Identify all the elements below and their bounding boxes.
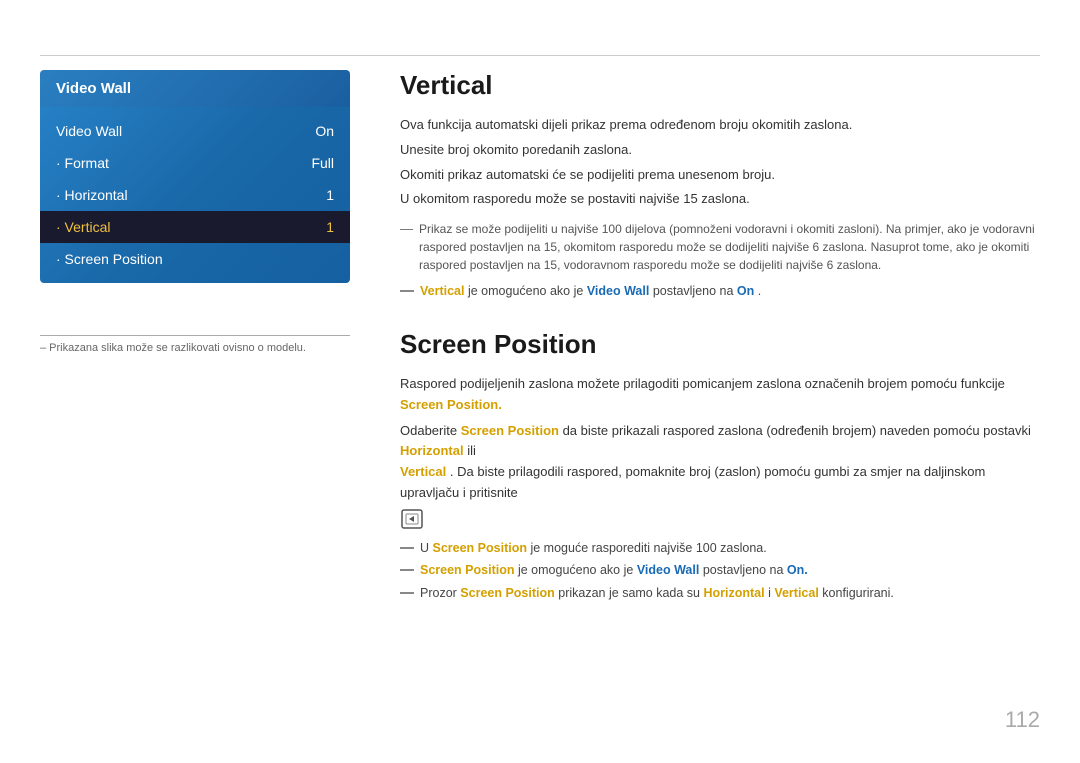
screen-pos-note1-end: je moguće rasporediti najviše 100 zaslon… (530, 541, 766, 555)
sidebar-divider (40, 335, 350, 336)
vertical-line-3: Okomiti prikaz automatski će se podijeli… (400, 165, 1040, 186)
sidebar-body: Video Wall On · Format Full · Horizontal… (40, 107, 350, 283)
sidebar-header: Video Wall (40, 70, 350, 107)
screen-pos-para2-h2: Horizontal (400, 443, 464, 458)
sidebar-item-screen-position[interactable]: · Screen Position (40, 243, 350, 275)
sidebar-item-vertical[interactable]: · Vertical 1 (40, 211, 350, 243)
remote-icon-container (400, 508, 1040, 535)
sidebar-item-video-wall-label: Video Wall (56, 123, 122, 139)
top-divider (40, 55, 1040, 56)
vertical-title: Vertical (400, 70, 1040, 101)
screen-pos-para2-before: Odaberite (400, 423, 461, 438)
vertical-info-text: Vertical je omogućeno ako je Video Wall … (420, 282, 761, 301)
vertical-section: Vertical Ova funkcija automatski dijeli … (400, 70, 1040, 301)
screen-pos-note3-sp: Screen Position (460, 586, 554, 600)
screen-pos-note2-end: postavljeno na (703, 563, 787, 577)
screen-pos-note1-text: U Screen Position je moguće rasporediti … (420, 539, 767, 558)
sidebar-item-horizontal[interactable]: · Horizontal 1 (40, 179, 350, 211)
screen-pos-note1-u: U (420, 541, 433, 555)
screen-pos-note2-vw: Video Wall (637, 563, 700, 577)
screen-pos-para2-mid: da biste prikazali raspored zaslona (odr… (563, 423, 1031, 438)
screen-pos-note3-end: konfigurirani. (822, 586, 894, 600)
sidebar-item-horizontal-label: · Horizontal (56, 187, 128, 203)
screen-pos-para2-or: ili (467, 443, 476, 458)
sidebar-title: Video Wall (56, 80, 131, 97)
screen-pos-note3-prozor: Prozor (420, 586, 460, 600)
screen-position-title: Screen Position (400, 329, 1040, 360)
vertical-line-1: Ova funkcija automatski dijeli prikaz pr… (400, 115, 1040, 136)
screen-pos-note1-dash (400, 547, 414, 549)
vertical-info-vertical: Vertical (420, 284, 464, 298)
screen-pos-note3-mid: prikazan je samo kada su (558, 586, 703, 600)
vertical-info-dash (400, 290, 414, 292)
remote-control-icon (400, 508, 424, 530)
sidebar-item-screen-pos-label: · Screen Position (56, 251, 163, 267)
screen-pos-note2-dash (400, 569, 414, 571)
sidebar-item-video-wall-value: On (315, 123, 334, 139)
screen-pos-note1: U Screen Position je moguće rasporediti … (400, 539, 1040, 558)
screen-pos-note3-h: Horizontal (703, 586, 764, 600)
sidebar-item-vertical-label: · Vertical (56, 219, 110, 235)
sidebar-item-format-label: · Format (56, 155, 109, 171)
screen-pos-para1-highlight: Screen Position. (400, 397, 502, 412)
vertical-info-mid: je omogućeno ako je (468, 284, 587, 298)
screen-pos-para2-end: . Da biste prilagodili raspored, pomakni… (400, 464, 985, 500)
vertical-line-2: Unesite broj okomito poredanih zaslona. (400, 140, 1040, 161)
vertical-info-on: On (737, 284, 754, 298)
screen-position-section: Screen Position Raspored podijeljenih za… (400, 329, 1040, 603)
screen-pos-note3-v: Vertical (774, 586, 818, 600)
vertical-note-text: Prikaz se može podijeliti u najviše 100 … (419, 220, 1040, 274)
sidebar-item-vertical-value: 1 (326, 219, 334, 235)
sidebar: Video Wall Video Wall On · Format Full ·… (40, 70, 350, 283)
sidebar-item-format-value: Full (311, 155, 334, 171)
screen-pos-para2-h1: Screen Position (461, 423, 559, 438)
main-content: Vertical Ova funkcija automatski dijeli … (400, 70, 1040, 723)
vertical-info-line: Vertical je omogućeno ako je Video Wall … (400, 282, 1040, 301)
sidebar-note: – Prikazana slika može se razlikovati ov… (40, 342, 350, 354)
screen-pos-note2-on: On. (787, 563, 808, 577)
screen-pos-note2: Screen Position je omogućeno ako je Vide… (400, 561, 1040, 580)
vertical-info-videowall: Video Wall (587, 284, 650, 298)
screen-pos-note3-dash (400, 592, 414, 594)
screen-pos-note1-highlight: Screen Position (433, 541, 527, 555)
sidebar-item-format[interactable]: · Format Full (40, 147, 350, 179)
screen-pos-note2-text: Screen Position je omogućeno ako je Vide… (420, 561, 808, 580)
screen-pos-note3: Prozor Screen Position prikazan je samo … (400, 584, 1040, 603)
screen-pos-note2-sp: Screen Position (420, 563, 514, 577)
vertical-line-4: U okomitom rasporedu može se postaviti n… (400, 189, 1040, 210)
screen-pos-para1: Raspored podijeljenih zaslona možete pri… (400, 374, 1040, 416)
vertical-note-block: — Prikaz se može podijeliti u najviše 10… (400, 220, 1040, 274)
screen-pos-para2: Odaberite Screen Position da biste prika… (400, 421, 1040, 504)
sidebar-item-video-wall[interactable]: Video Wall On (40, 115, 350, 147)
screen-pos-para2-h3: Vertical (400, 464, 446, 479)
page-number: 112 (1005, 707, 1040, 733)
sidebar-item-horizontal-value: 1 (326, 187, 334, 203)
screen-pos-note2-mid: je omogućeno ako je (518, 563, 637, 577)
vertical-note-dash: — (400, 221, 413, 236)
screen-pos-para1-before: Raspored podijeljenih zaslona možete pri… (400, 376, 1005, 391)
screen-pos-note3-text: Prozor Screen Position prikazan je samo … (420, 584, 894, 603)
vertical-info-end: postavljeno na (653, 284, 737, 298)
vertical-info-period: . (758, 284, 761, 298)
